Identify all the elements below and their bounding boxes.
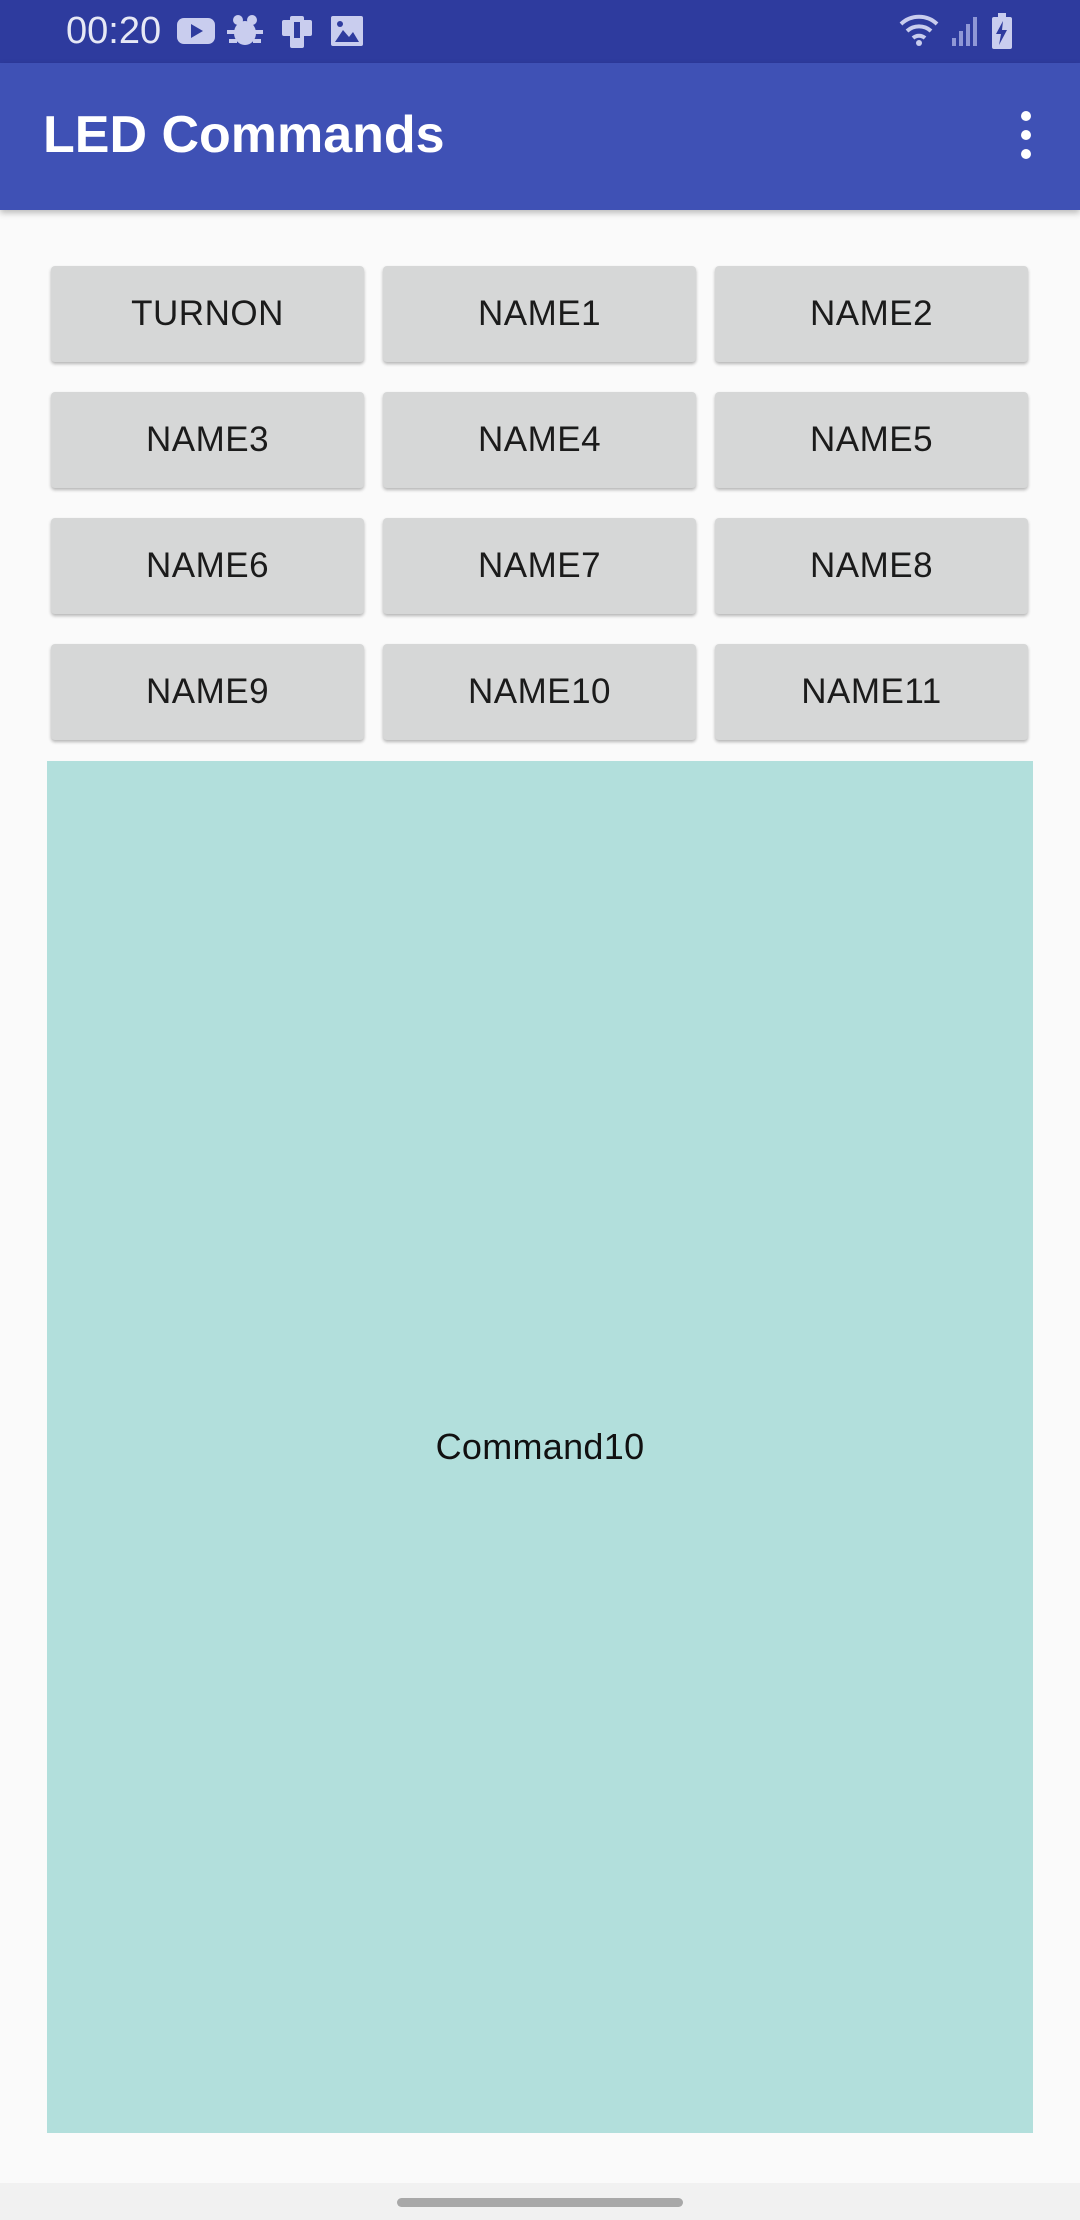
name1-button[interactable]: NAME1 bbox=[383, 266, 696, 362]
name2-button[interactable]: NAME2 bbox=[715, 266, 1028, 362]
name9-button[interactable]: NAME9 bbox=[51, 644, 364, 740]
battery-charging-icon bbox=[990, 12, 1014, 55]
command-display-text: Command10 bbox=[435, 1426, 645, 1467]
overflow-menu-icon[interactable] bbox=[996, 103, 1056, 167]
phone-icon bbox=[278, 12, 316, 55]
menu-dot bbox=[1021, 130, 1031, 140]
menu-dot bbox=[1021, 111, 1031, 121]
navigation-bar bbox=[0, 2183, 1080, 2220]
turnon-button[interactable]: TURNON bbox=[51, 266, 364, 362]
name5-button[interactable]: NAME5 bbox=[715, 392, 1028, 488]
name11-button[interactable]: NAME11 bbox=[715, 644, 1028, 740]
wifi-icon bbox=[897, 12, 941, 53]
name4-button[interactable]: NAME4 bbox=[383, 392, 696, 488]
name7-button[interactable]: NAME7 bbox=[383, 518, 696, 614]
command-button-grid: TURNON NAME1 NAME2 NAME3 NAME4 NAME5 NAM… bbox=[51, 266, 1029, 740]
youtube-icon bbox=[176, 16, 216, 51]
menu-dot bbox=[1021, 149, 1031, 159]
screen: 00:20 LED Commands TURNON NAME1 NAME2 NA… bbox=[0, 0, 1080, 2220]
name10-button[interactable]: NAME10 bbox=[383, 644, 696, 740]
image-icon bbox=[329, 14, 365, 53]
signal-icon bbox=[950, 14, 980, 53]
home-gesture-handle[interactable] bbox=[397, 2198, 683, 2207]
command-display-panel: Command10 bbox=[47, 761, 1033, 2133]
app-title: LED Commands bbox=[43, 106, 445, 164]
status-time: 00:20 bbox=[66, 10, 162, 52]
name3-button[interactable]: NAME3 bbox=[51, 392, 364, 488]
bug-icon bbox=[225, 12, 265, 55]
status-bar: 00:20 bbox=[0, 0, 1080, 63]
name6-button[interactable]: NAME6 bbox=[51, 518, 364, 614]
name8-button[interactable]: NAME8 bbox=[715, 518, 1028, 614]
app-bar: LED Commands bbox=[0, 63, 1080, 210]
